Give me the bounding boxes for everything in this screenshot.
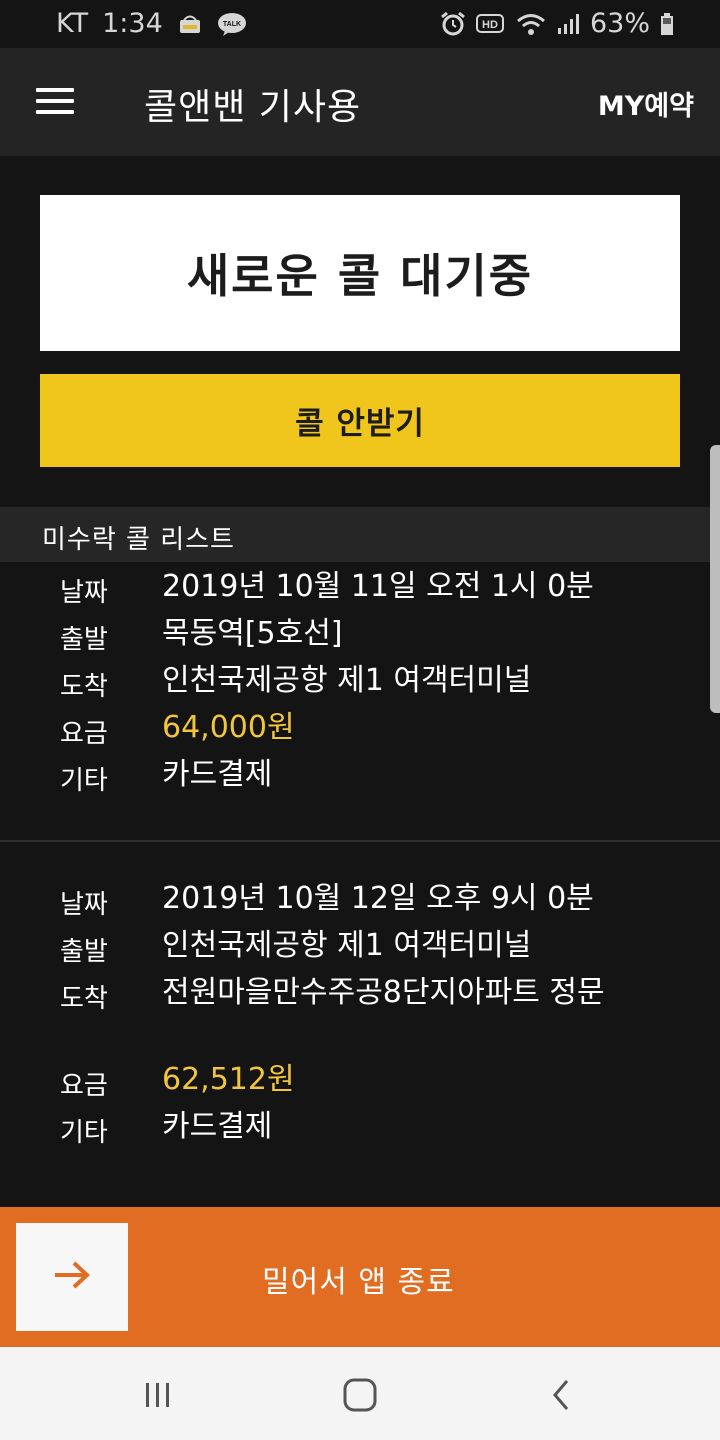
recent-apps-icon[interactable]	[136, 1373, 180, 1417]
battery-icon	[660, 12, 674, 36]
my-reservation-button[interactable]: MY예약	[598, 84, 694, 123]
battery-percent: 63%	[589, 8, 650, 39]
arrow-right-icon	[52, 1258, 92, 1296]
back-icon[interactable]	[540, 1373, 584, 1417]
status-left: KT 1:34 TALK	[56, 8, 247, 39]
card-divider	[0, 840, 720, 842]
arrival-value: 전원마을만수주공8단지아파트 정문	[162, 975, 605, 1010]
etc-value: 카드결제	[162, 1109, 273, 1144]
departure-value: 인천국제공항 제1 여객터미널	[162, 928, 532, 963]
row-key-etc: 기타	[60, 1118, 108, 1148]
date-value: 2019년 10월 12일 오후 9시 0분	[162, 881, 594, 916]
slide-to-exit-bar[interactable]: 밀어서 앱 종료	[0, 1207, 720, 1347]
wifi-icon	[516, 12, 546, 36]
status-right: HD 63%	[440, 8, 674, 39]
fare-value: 64,000원	[162, 710, 295, 745]
reject-calls-label: 콜 안받기	[295, 406, 425, 442]
etc-value: 카드결제	[162, 757, 273, 792]
signal-icon	[556, 12, 580, 36]
waiting-status-text: 새로운 콜 대기중	[186, 249, 534, 303]
row-key-date: 날짜	[60, 890, 108, 920]
row-key-etc: 기타	[60, 766, 108, 796]
carrier-label: KT	[56, 8, 89, 39]
system-navigation-bar	[0, 1347, 720, 1440]
section-title: 미수락 콜 리스트	[42, 525, 235, 555]
status-bar: KT 1:34 TALK HD 63%	[0, 0, 720, 48]
row-key-fare: 요금	[60, 719, 108, 749]
departure-value: 목동역[5호선]	[162, 616, 343, 651]
hamburger-menu-icon[interactable]	[36, 86, 76, 116]
app-title: 콜앤밴 기사용	[144, 87, 362, 128]
waiting-status-box: 새로운 콜 대기중	[40, 195, 680, 351]
row-key-arrival: 도착	[60, 672, 108, 702]
row-key-fare: 요금	[60, 1071, 108, 1101]
scrollbar-thumb[interactable]	[710, 445, 720, 713]
slide-handle[interactable]	[16, 1223, 128, 1331]
slide-to-exit-label: 밀어서 앱 종료	[262, 1265, 455, 1300]
call-card[interactable]: 날짜 2019년 10월 12일 오후 9시 0분 출발 인천국제공항 제1 여…	[0, 874, 720, 1174]
call-card[interactable]: 날짜 2019년 10월 11일 오전 1시 0분 출발 목동역[5호선] 도착…	[0, 562, 720, 840]
row-key-departure: 출발	[60, 937, 108, 967]
clock: 1:34	[102, 8, 163, 39]
row-key-date: 날짜	[60, 578, 108, 608]
hd-icon: HD	[475, 12, 506, 36]
home-icon[interactable]	[338, 1373, 382, 1417]
unaccepted-calls-header: 미수락 콜 리스트	[0, 507, 720, 562]
date-value: 2019년 10월 11일 오전 1시 0분	[162, 569, 594, 604]
app-bar: 콜앤밴 기사용 MY예약	[0, 48, 720, 156]
kakaotalk-icon: TALK	[217, 12, 247, 36]
svg-text:TALK: TALK	[223, 21, 241, 28]
reject-calls-button[interactable]: 콜 안받기	[40, 374, 680, 467]
notification-app-icon	[177, 13, 203, 35]
row-key-departure: 출발	[60, 625, 108, 655]
alarm-icon	[440, 11, 466, 37]
fare-value: 62,512원	[162, 1062, 295, 1097]
svg-text:HD: HD	[482, 19, 498, 31]
row-key-arrival: 도착	[60, 984, 108, 1014]
arrival-value: 인천국제공항 제1 여객터미널	[162, 663, 532, 698]
